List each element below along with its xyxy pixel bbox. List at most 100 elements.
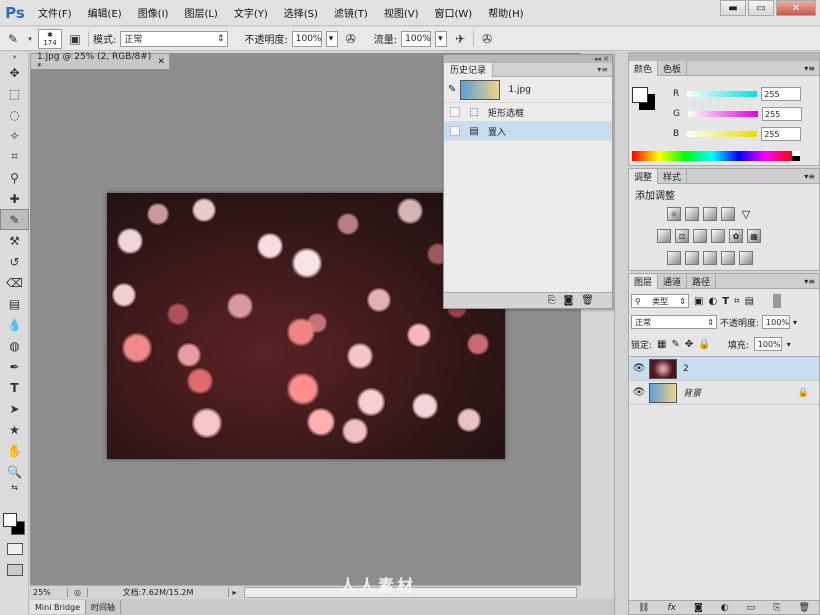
visibility-eye-icon[interactable]: 👁 [629,363,649,374]
color-spectrum[interactable] [632,151,792,161]
chevron-down-icon[interactable]: ▾ [793,318,797,327]
fill-input[interactable]: 100% [753,337,782,351]
lasso-tool-icon[interactable]: ◌ [0,104,29,125]
minimize-button[interactable]: ▬ [720,0,746,16]
tab-timeline[interactable]: 时间轴 [86,600,122,614]
menu-help[interactable]: 帮助(H) [480,5,531,20]
menu-file[interactable]: 文件(F) [30,5,80,20]
fx-icon[interactable]: fx [667,603,676,613]
layer-name[interactable]: 背景 [683,386,798,399]
layer-opacity-input[interactable]: 100% [762,315,791,329]
stamp-tool-icon[interactable]: ⚒ [0,230,29,251]
green-value-input[interactable]: 255 [761,107,802,121]
pen-tool-icon[interactable]: ✒ [0,356,29,377]
menu-edit[interactable]: 编辑(E) [80,5,130,20]
tab-swatches[interactable]: 色板 [658,60,688,76]
restore-button[interactable]: ▭ [748,0,774,16]
invert-icon[interactable] [667,251,681,265]
blend-mode-select[interactable]: 正常 ⇕ [631,315,717,329]
tab-mini-bridge[interactable]: Mini Bridge [30,600,87,614]
mask-icon[interactable]: ◙ [694,603,703,613]
trash-icon[interactable]: 🗑 [581,295,594,306]
foreground-color[interactable] [3,513,17,527]
blue-value-input[interactable]: 255 [761,127,802,141]
gradient-tool-icon[interactable]: ▤ [0,293,29,314]
menu-image[interactable]: 图像(I) [130,5,177,20]
menu-layer[interactable]: 图层(L) [176,5,225,20]
close-button[interactable]: ✕ [776,0,816,16]
folder-icon[interactable]: ▭ [747,603,756,613]
pixel-filter-icon[interactable]: ▣ [694,296,703,307]
path-select-tool-icon[interactable]: ➤ [0,398,29,419]
type-filter-icon[interactable]: T [722,296,729,307]
chevron-down-icon[interactable]: ▾ [787,340,791,349]
green-slider[interactable] [687,111,758,117]
layer-row[interactable]: 👁 2 [629,357,819,381]
zoom-level[interactable]: 25% [30,587,68,597]
menu-type[interactable]: 文字(Y) [226,5,276,20]
filter-type-select[interactable]: ⚲ 类型 ⇕ [631,294,689,308]
brush-preset-picker[interactable]: ✱ 174 [38,28,62,49]
panel-menu-icon[interactable]: ▾≡ [804,64,819,73]
menu-select[interactable]: 选择(S) [276,5,326,20]
opacity-dropdown[interactable]: ▾ [325,30,338,47]
pressure-size-icon[interactable]: ✇ [478,30,496,48]
history-brush-tool-icon[interactable]: ↺ [0,251,29,272]
marquee-tool-icon[interactable]: ⬚ [0,83,29,104]
new-document-icon[interactable]: ⎘ [548,295,556,306]
screen-mode-icon[interactable] [7,564,23,576]
black-white-icon[interactable] [693,229,707,243]
filter-toggle[interactable] [773,294,782,308]
shape-tool-icon[interactable]: ★ [0,419,29,440]
gradient-triangle-icon[interactable]: ▽ [739,207,753,221]
lock-image-icon[interactable]: ✎ [672,339,680,350]
layer-name[interactable]: 2 [683,364,689,374]
color-lookup-icon[interactable]: ▦ [747,229,761,243]
brightness-icon[interactable]: ☼ [667,207,681,221]
flow-dropdown[interactable]: ▾ [435,30,448,47]
eraser-tool-icon[interactable]: ⌫ [0,272,29,293]
panel-menu-icon[interactable]: ▾≡ [804,277,819,286]
levels-icon[interactable] [685,207,699,221]
lock-transparent-icon[interactable]: ▦ [657,339,666,350]
dodge-tool-icon[interactable]: ◍ [0,335,29,356]
tab-styles[interactable]: 样式 [658,168,688,184]
new-layer-icon[interactable]: ⎘ [773,603,780,613]
link-icon[interactable]: ⛓ [638,603,649,613]
swap-colors-icon[interactable]: ⇆ [0,482,29,492]
menu-window[interactable]: 窗口(W) [426,5,480,20]
vibrance-icon[interactable] [657,229,671,243]
black-white-swatch[interactable] [792,151,800,161]
history-brush-source-icon[interactable]: ✎ [448,84,456,95]
camera-icon[interactable]: ◙ [564,295,574,306]
tab-layers[interactable]: 图层 [629,273,659,289]
chevron-down-icon[interactable]: ▾ [26,30,34,48]
brush-tool-icon[interactable]: ✎ [4,30,22,48]
pressure-opacity-icon[interactable]: ✇ [342,30,360,48]
lock-all-icon[interactable]: 🔒 [698,339,710,350]
history-item[interactable]: ⬚ 矩形选框 [444,103,612,122]
shape-filter-icon[interactable]: ⌗ [734,296,740,307]
close-tab-icon[interactable]: ✕ [157,57,165,67]
foreground-color[interactable] [632,87,648,103]
color-swatches[interactable] [3,513,27,539]
quick-select-tool-icon[interactable]: ✧ [0,125,29,146]
trash-icon[interactable]: 🗑 [798,603,809,613]
red-value-input[interactable]: 255 [761,87,802,101]
collapse-icon[interactable]: ◂◂ ✕ [594,55,609,63]
document-tab[interactable]: 1.jpg @ 25% (2, RGB/8#) * ✕ [30,52,170,72]
channel-mixer-icon[interactable]: ✿ [729,229,743,243]
hand-tool-icon[interactable]: ✋ [0,440,29,461]
tab-paths[interactable]: 路径 [687,273,717,289]
status-menu-icon[interactable]: ▸ [228,587,240,597]
layer-row[interactable]: 👁 背景 🔒 [629,381,819,405]
tab-color[interactable]: 颜色 [629,60,659,76]
blur-tool-icon[interactable]: 💧 [0,314,29,335]
zoom-tool-icon[interactable]: 🔍 [0,461,29,482]
menu-filter[interactable]: 滤镜(T) [326,5,376,20]
mode-select[interactable]: 正常 ⇕ [120,30,229,47]
blue-slider[interactable] [687,131,758,137]
brush-panel-toggle-icon[interactable]: ▣ [66,30,84,48]
quick-mask-icon[interactable] [7,543,23,555]
panel-menu-icon[interactable]: ▾≡ [597,65,612,74]
